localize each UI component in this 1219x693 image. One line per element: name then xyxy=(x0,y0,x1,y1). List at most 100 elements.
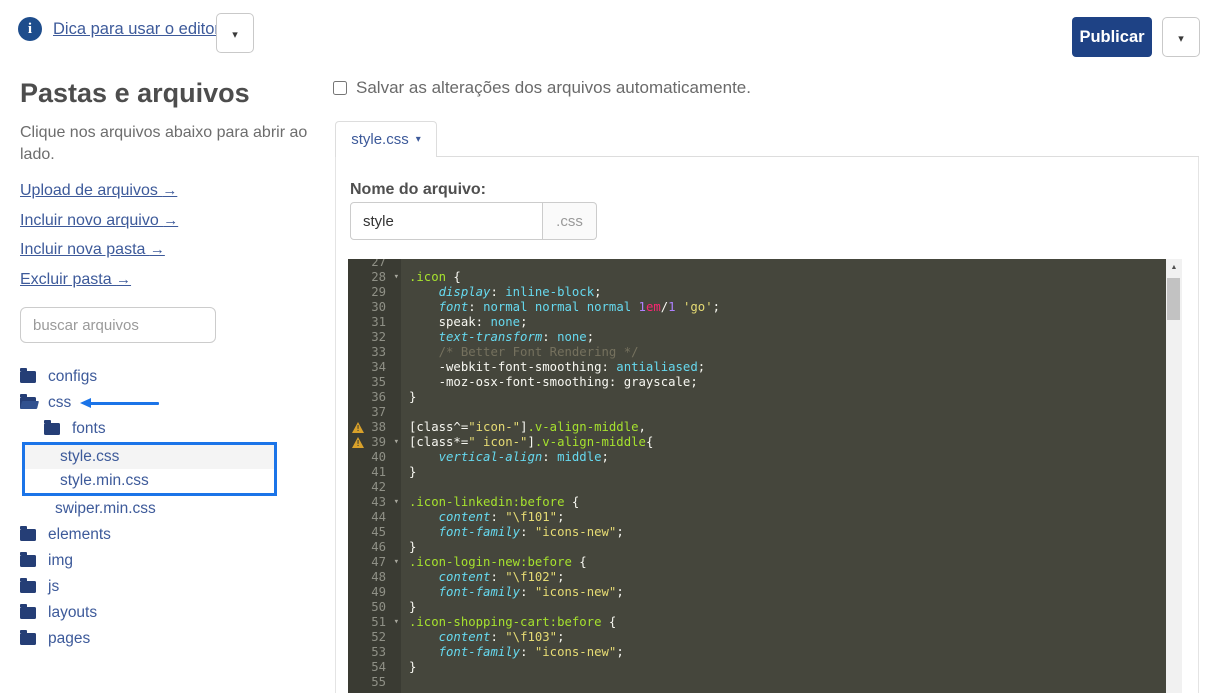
gutter-line-48[interactable]: 48 xyxy=(348,570,401,585)
gutter-line-34[interactable]: 34 xyxy=(348,360,401,375)
tree-item-label: img xyxy=(48,552,73,570)
gutter-line-33[interactable]: 33 xyxy=(348,345,401,360)
code-line-31: speak: none; xyxy=(409,315,1166,330)
sidebar-description: Clique nos arquivos abaixo para abrir ao… xyxy=(20,122,316,166)
gutter-line-45[interactable]: 45 xyxy=(348,525,401,540)
gutter-line-41[interactable]: 41 xyxy=(348,465,401,480)
code-line-29: display: inline-block; xyxy=(409,285,1166,300)
fold-arrow-icon[interactable]: ▾ xyxy=(394,555,399,570)
autosave-checkbox[interactable] xyxy=(333,81,347,95)
editor-tip-link[interactable]: Dica para usar o editor xyxy=(53,20,220,39)
gutter-line-42[interactable]: 42 xyxy=(348,480,401,495)
link-label: Excluir pasta xyxy=(20,271,116,288)
code-line-53: font-family: "icons-new"; xyxy=(409,645,1166,660)
line-number: 55 xyxy=(371,675,386,689)
gutter-line-49[interactable]: 49 xyxy=(348,585,401,600)
line-number: 48 xyxy=(371,570,386,584)
gutter-line-37[interactable]: 37 xyxy=(348,405,401,420)
tree-file-style-css[interactable]: style.css xyxy=(25,445,274,469)
filename-extension: .css xyxy=(543,202,597,240)
gutter-line-35[interactable]: 35 xyxy=(348,375,401,390)
tab-style-css[interactable]: style.css ▾ xyxy=(335,121,437,157)
code-line-42 xyxy=(409,480,1166,495)
gutter-line-50[interactable]: 50 xyxy=(348,600,401,615)
tree-folder-pages[interactable]: pages xyxy=(20,626,310,652)
files-sidebar: Pastas e arquivos Clique nos arquivos ab… xyxy=(20,60,330,693)
editor-scrollbar[interactable]: ▲ xyxy=(1166,259,1182,693)
scroll-up-arrow[interactable]: ▲ xyxy=(1166,259,1182,274)
code-line-46: } xyxy=(409,540,1166,555)
publish-dropdown-button[interactable]: ▾ xyxy=(1162,17,1200,57)
gutter-line-52[interactable]: 52 xyxy=(348,630,401,645)
tree-folder-img[interactable]: img xyxy=(20,548,310,574)
fold-arrow-icon[interactable]: ▾ xyxy=(394,270,399,285)
tree-folder-configs[interactable]: configs xyxy=(20,364,310,390)
line-number: 32 xyxy=(371,330,386,344)
tree-folder-elements[interactable]: elements xyxy=(20,522,310,548)
scrollbar-thumb[interactable] xyxy=(1167,278,1180,320)
gutter-line-32[interactable]: 32 xyxy=(348,330,401,345)
gutter-line-46[interactable]: 46 xyxy=(348,540,401,555)
code-editor[interactable]: 2728▾293031323334353637!38!39▾40414243▾4… xyxy=(348,259,1166,693)
tree-file-swiper-min-css[interactable]: swiper.min.css xyxy=(20,496,310,522)
fold-arrow-icon[interactable]: ▾ xyxy=(394,495,399,510)
tree-folder-layouts[interactable]: layouts xyxy=(20,600,310,626)
gutter-line-51[interactable]: 51▾ xyxy=(348,615,401,630)
folder-icon xyxy=(20,607,36,619)
sidebar-link-incluir-nova-pasta[interactable]: Incluir nova pasta → xyxy=(20,241,178,271)
tree-file-style-min-css[interactable]: style.min.css xyxy=(25,469,274,493)
filename-input[interactable] xyxy=(350,202,543,240)
gutter-line-38[interactable]: !38 xyxy=(348,420,401,435)
code-line-49: font-family: "icons-new"; xyxy=(409,585,1166,600)
fold-arrow-icon[interactable]: ▾ xyxy=(394,615,399,630)
tree-folder-fonts[interactable]: fonts xyxy=(20,416,310,442)
sidebar-link-excluir-pasta[interactable]: Excluir pasta → xyxy=(20,271,178,301)
code-line-55 xyxy=(409,675,1166,690)
line-number: 50 xyxy=(371,600,386,614)
line-number: 28 xyxy=(371,270,386,284)
gutter-line-47[interactable]: 47▾ xyxy=(348,555,401,570)
sidebar-actions: Upload de arquivos →Incluir novo arquivo… xyxy=(20,182,178,300)
caret-down-icon: ▾ xyxy=(232,29,238,41)
gutter-line-29[interactable]: 29 xyxy=(348,285,401,300)
gutter-line-54[interactable]: 54 xyxy=(348,660,401,675)
search-input[interactable] xyxy=(20,307,216,343)
tree-item-label: swiper.min.css xyxy=(55,500,156,518)
gutter-line-28[interactable]: 28 ▾ xyxy=(348,270,401,285)
code-line-41: } xyxy=(409,465,1166,480)
tree-folder-css[interactable]: css xyxy=(20,390,310,416)
code-line-45: font-family: "icons-new"; xyxy=(409,525,1166,540)
tree-item-label: js xyxy=(48,578,59,596)
code-line-54: } xyxy=(409,660,1166,675)
gutter-line-31[interactable]: 31 xyxy=(348,315,401,330)
publish-button[interactable]: Publicar xyxy=(1072,17,1152,57)
fold-arrow-icon[interactable]: ▾ xyxy=(394,435,399,450)
gutter-line-27[interactable]: 27 xyxy=(348,259,401,270)
gutter-line-39[interactable]: !39▾ xyxy=(348,435,401,450)
filename-field-group: .css xyxy=(350,202,597,240)
tree-item-label: css xyxy=(48,394,71,412)
tree-folder-js[interactable]: js xyxy=(20,574,310,600)
code-line-32: text-transform: none; xyxy=(409,330,1166,345)
line-number: 54 xyxy=(371,660,386,674)
gutter-line-40[interactable]: 40 xyxy=(348,450,401,465)
gutter-line-55[interactable]: 55 xyxy=(348,675,401,690)
tip-dropdown-button[interactable]: ▾ xyxy=(216,13,254,53)
tree-item-label: style.css xyxy=(60,448,119,466)
line-number: 34 xyxy=(371,360,386,374)
caret-down-icon: ▾ xyxy=(416,134,421,145)
line-number: 53 xyxy=(371,645,386,659)
autosave-label: Salvar as alterações dos arquivos automa… xyxy=(356,78,751,98)
file-editor-app: i Dica para usar o editor ▾ Publicar ▾ P… xyxy=(0,0,1219,693)
gutter-line-44[interactable]: 44 xyxy=(348,510,401,525)
line-number: 36 xyxy=(371,390,386,404)
gutter-line-36[interactable]: 36 xyxy=(348,390,401,405)
gutter-line-43[interactable]: 43▾ xyxy=(348,495,401,510)
link-label: Upload de arquivos xyxy=(20,182,162,199)
sidebar-link-incluir-novo-arquivo[interactable]: Incluir novo arquivo → xyxy=(20,212,178,242)
gutter-line-30[interactable]: 30 xyxy=(348,300,401,315)
tab-label: style.css xyxy=(351,131,409,148)
code-line-48: content: "\f102"; xyxy=(409,570,1166,585)
gutter-line-53[interactable]: 53 xyxy=(348,645,401,660)
sidebar-link-upload-de-arquivos[interactable]: Upload de arquivos → xyxy=(20,182,178,212)
